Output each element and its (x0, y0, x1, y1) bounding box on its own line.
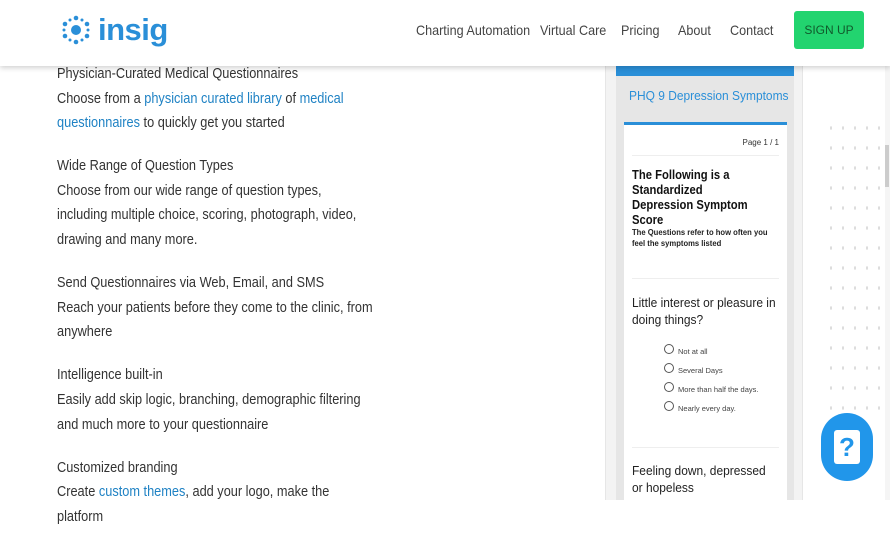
phone-app-bar (616, 66, 794, 76)
feature-item: Wide Range of Question Types Choose from … (57, 154, 374, 252)
feature-link[interactable]: physician curated library (144, 91, 282, 107)
option-label: Nearly every day. (678, 404, 736, 413)
feature-text: Choose from a (57, 90, 145, 107)
scrollbar[interactable] (885, 66, 890, 500)
page-indicator: Page 1 / 1 (742, 138, 779, 147)
feature-link[interactable]: custom themes (99, 484, 186, 500)
option-label: Several Days (678, 366, 723, 375)
nav-pricing[interactable]: Pricing (621, 22, 660, 38)
feature-text: of (281, 90, 300, 107)
feature-title: Customized branding (57, 459, 178, 476)
feature-item: Intelligence built-in Easily add skip log… (57, 363, 374, 437)
feature-text: Easily add skip logic, branching, demogr… (57, 392, 361, 433)
divider (632, 155, 779, 156)
option-several-days[interactable]: Several Days (664, 363, 723, 375)
feature-description: Choose from our wide range of question t… (57, 179, 374, 253)
scrollbar-thumb[interactable] (885, 145, 889, 187)
question-mark-icon: ? (834, 430, 860, 464)
divider (632, 447, 779, 448)
feature-text: to quickly get you started (140, 115, 285, 132)
feature-title: Wide Range of Question Types (57, 158, 234, 175)
option-nearly-every-day[interactable]: Nearly every day. (664, 401, 736, 413)
radio-icon[interactable] (664, 344, 674, 354)
nav-virtual-care[interactable]: Virtual Care (540, 22, 606, 38)
insig-logo[interactable]: insig (62, 12, 168, 48)
feature-text: Create (57, 484, 99, 501)
feature-list: Physician-Curated Medical Questionnaires… (57, 62, 374, 548)
feature-text: Choose from our wide range of question t… (57, 182, 357, 249)
sign-up-button[interactable]: SIGN UP (794, 11, 864, 49)
questionnaire-subtitle: The Questions refer to how often you fee… (632, 227, 768, 248)
help-button[interactable]: ? (821, 413, 873, 481)
feature-item: Physician-Curated Medical Questionnaires… (57, 62, 374, 136)
dot-pattern (825, 118, 885, 418)
feature-description: Create custom themes, add your logo, mak… (57, 480, 374, 529)
option-label: Not at all (678, 347, 708, 356)
option-label: More than half the days. (678, 385, 759, 394)
feature-description: Easily add skip logic, branching, demogr… (57, 388, 374, 437)
feature-description: Choose from a physician curated library … (57, 87, 374, 136)
radio-icon[interactable] (664, 363, 674, 373)
logo-text: insig (98, 12, 168, 47)
feature-item: Customized branding Create custom themes,… (57, 456, 374, 530)
questionnaire-card: Page 1 / 1 The Following is a Standardiz… (624, 122, 787, 500)
nav-contact[interactable]: Contact (730, 22, 773, 38)
option-more-than-half[interactable]: More than half the days. (664, 382, 759, 394)
feature-text: Reach your patients before they come to … (57, 299, 373, 341)
nav-about[interactable]: About (678, 22, 711, 38)
questionnaire-title: PHQ 9 Depression Symptoms (629, 88, 789, 103)
option-not-at-all[interactable]: Not at all (664, 344, 708, 356)
divider (632, 278, 779, 279)
feature-item: Send Questionnaires via Web, Email, and … (57, 271, 374, 345)
nav-charting-automation[interactable]: Charting Automation (416, 22, 530, 38)
radio-icon[interactable] (664, 401, 674, 411)
feature-title: Send Questionnaires via Web, Email, and … (57, 275, 325, 292)
question-1: Little interest or pleasure in doing thi… (632, 295, 776, 327)
radio-icon[interactable] (664, 382, 674, 392)
feature-description: Reach your patients before they come to … (57, 296, 374, 345)
questionnaire-heading: The Following is a Standardized Depressi… (632, 168, 748, 227)
logo-icon (62, 15, 90, 45)
question-2: Feeling down, depressed or hopeless (632, 463, 766, 495)
site-header: insig Charting Automation Virtual Care P… (0, 0, 890, 66)
feature-title: Intelligence built-in (57, 367, 163, 384)
